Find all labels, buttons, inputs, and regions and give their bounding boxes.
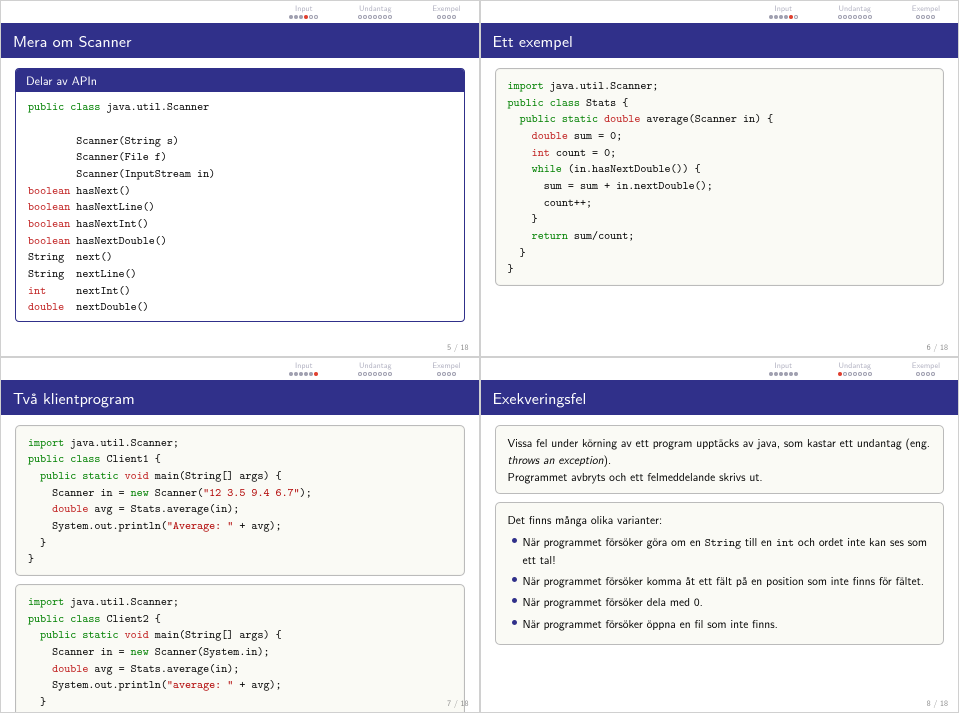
nav-input[interactable]: Input [769,360,798,376]
code-block: public class java.util.Scanner Scanner(S… [16,92,464,321]
nav-input[interactable]: Input [289,360,318,376]
list-item: När programmet försöker komma åt ett fäl… [512,572,932,589]
nav-label: Undantag [359,3,392,14]
para: Vissa fel under körning av ett program u… [508,434,930,468]
pager: 6 / 18 [927,342,948,353]
slide-content: import java.util.Scanner; public class S… [481,58,959,356]
nav-label: Input [295,360,313,371]
list-item: När programmet försöker dela med 0. [512,593,932,610]
nav-label: Exempel [912,3,940,14]
nav-exempel[interactable]: Exempel [432,360,460,376]
nav-label: Exempel [912,360,940,371]
nav-bar: Input Undantag Exempel [481,1,959,23]
slide-4: Input Undantag Exempel Exekveringsfel Vi… [480,357,959,713]
nav-input[interactable]: Input [769,3,798,19]
code-block: import java.util.Scanner; public class S… [495,68,945,286]
slide-title: Ett exempel [481,23,959,58]
para: Programmet avbryts och ett felmeddelande… [508,468,763,485]
bullet-list: När programmet försöker göra om en Strin… [508,533,932,632]
slide-content: Vissa fel under körning av ett program u… [481,415,959,713]
slide-1: Input Undantag Exempel Mera om Scanner D… [0,0,480,357]
list-item: När programmet försöker göra om en Strin… [512,533,932,569]
block-title: Delar av APIn [16,69,464,92]
nav-undantag[interactable]: Undantag [358,3,392,19]
slide-content: import java.util.Scanner; public class C… [1,415,479,713]
code-block-2: import java.util.Scanner; public class C… [15,584,465,713]
nav-undantag[interactable]: Undantag [838,360,872,376]
nav-label: Undantag [839,3,872,14]
nav-input[interactable]: Input [289,3,318,19]
nav-exempel[interactable]: Exempel [912,360,940,376]
nav-label: Input [775,360,793,371]
nav-bar: Input Undantag Exempel [1,1,479,23]
nav-bar: Input Undantag Exempel [481,358,959,380]
nav-label: Exempel [432,3,460,14]
slide-2: Input Undantag Exempel Ett exempel impor… [480,0,959,357]
api-block: Delar av APIn public class java.util.Sca… [15,68,465,322]
slide-title: Mera om Scanner [1,23,479,58]
info-box-2: Det finns många olika varianter: När pro… [495,502,945,645]
slide-3: Input Undantag Exempel Två klientprogram… [0,357,480,713]
pager: 7 / 18 [447,698,468,709]
pager: 8 / 18 [927,698,948,709]
nav-bar: Input Undantag Exempel [1,358,479,380]
pager: 5 / 18 [447,342,468,353]
nav-label: Input [295,3,313,14]
list-item: När programmet försöker öppna en fil som… [512,615,932,632]
nav-label: Input [775,3,793,14]
nav-label: Undantag [359,360,392,371]
nav-undantag[interactable]: Undantag [838,3,872,19]
nav-exempel[interactable]: Exempel [432,3,460,19]
nav-exempel[interactable]: Exempel [912,3,940,19]
slide-content: Delar av APIn public class java.util.Sca… [1,58,479,356]
nav-undantag[interactable]: Undantag [358,360,392,376]
code-block-1: import java.util.Scanner; public class C… [15,425,465,576]
intro: Det finns många olika varianter: [508,511,663,528]
nav-label: Exempel [432,360,460,371]
slide-title: Två klientprogram [1,380,479,415]
info-box-1: Vissa fel under körning av ett program u… [495,425,945,495]
slide-title: Exekveringsfel [481,380,959,415]
nav-label: Undantag [839,360,872,371]
